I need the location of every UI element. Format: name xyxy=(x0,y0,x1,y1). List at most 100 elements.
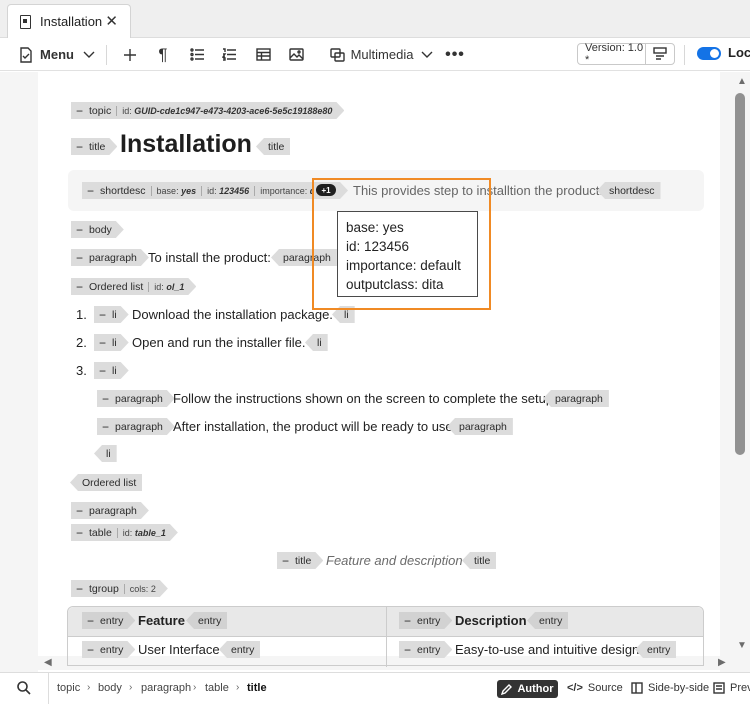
collapse-icon[interactable]: − xyxy=(87,643,94,657)
table-title-text[interactable]: Feature and description xyxy=(326,553,463,568)
collapse-icon[interactable]: − xyxy=(404,614,411,628)
collapse-icon[interactable]: − xyxy=(76,582,83,596)
paragraph-icon[interactable]: ¶ xyxy=(153,38,173,71)
version-box[interactable]: Version: 1.0 * xyxy=(577,42,675,66)
paragraph-text[interactable]: Follow the instructions shown on the scr… xyxy=(173,391,557,406)
tab-bar: Installation ✕ xyxy=(0,0,750,38)
tab-title: Installation xyxy=(40,14,103,29)
tab-installation[interactable]: Installation ✕ xyxy=(7,4,131,38)
lock-toggle[interactable] xyxy=(697,47,721,60)
multimedia-button[interactable]: Multimedia xyxy=(351,38,414,71)
paragraph-text[interactable]: After installation, the product will be … xyxy=(173,419,456,434)
collapse-icon[interactable]: − xyxy=(76,251,83,265)
collapse-icon[interactable]: − xyxy=(87,184,94,198)
scroll-down-arrow[interactable]: ▼ xyxy=(737,640,747,651)
paragraph-close-tag[interactable]: paragraph xyxy=(447,418,513,435)
title-open-tag[interactable]: − title xyxy=(277,552,323,569)
paragraph-tag[interactable]: − paragraph xyxy=(71,502,149,519)
chevron-down-icon[interactable] xyxy=(80,38,98,71)
vertical-scrollbar[interactable] xyxy=(735,93,745,455)
ordered-list-tag[interactable]: − Ordered list id: ol_1 xyxy=(71,278,196,295)
editor-page[interactable] xyxy=(38,72,720,656)
scroll-left-arrow[interactable]: ◀ xyxy=(44,657,52,668)
collapse-icon[interactable]: − xyxy=(102,420,109,434)
preview-icon xyxy=(713,682,725,694)
source-mode-button[interactable]: </> Source xyxy=(567,682,623,694)
table-tag[interactable]: − table id: table_1 xyxy=(71,524,178,541)
author-mode-button[interactable]: Author xyxy=(497,680,558,698)
breadcrumb-item[interactable]: paragraph xyxy=(141,682,191,694)
chevron-right-icon: › xyxy=(87,682,91,693)
ordered-list-close-tag[interactable]: Ordered list xyxy=(70,474,143,491)
paragraph-tag[interactable]: − paragraph xyxy=(71,249,149,266)
topic-tag[interactable]: − topic id: GUID-cde1c947-e473-4203-ace6… xyxy=(71,102,344,119)
collapse-icon[interactable]: − xyxy=(282,554,289,568)
table-icon[interactable] xyxy=(253,38,273,71)
title-open-tag[interactable]: − title xyxy=(71,138,117,155)
multimedia-icon[interactable] xyxy=(327,38,347,71)
chevron-down-icon[interactable] xyxy=(418,38,436,71)
collapse-icon[interactable]: − xyxy=(404,643,411,657)
entry-tag[interactable]: − entry xyxy=(399,612,452,629)
chevron-right-icon: › xyxy=(129,682,133,693)
bullet-list-icon[interactable] xyxy=(187,38,207,71)
entry-close-tag[interactable]: entry xyxy=(186,612,228,629)
menu-button[interactable]: Menu xyxy=(40,38,74,71)
list-number: 3. xyxy=(76,363,87,378)
breadcrumb-item[interactable]: topic xyxy=(57,682,80,694)
table-cell[interactable]: User Interface xyxy=(138,642,220,657)
entry-tag[interactable]: − entry xyxy=(82,641,135,658)
entry-tag[interactable]: − entry xyxy=(399,641,452,658)
list-item-text[interactable]: Download the installation package. xyxy=(132,307,333,322)
list-item-text[interactable]: Open and run the installer file. xyxy=(132,335,305,350)
version-history-icon[interactable] xyxy=(646,47,674,61)
tgroup-tag[interactable]: − tgroup cols: 2 xyxy=(71,580,168,597)
collapse-icon[interactable]: − xyxy=(76,223,83,237)
entry-tag[interactable]: − entry xyxy=(82,612,135,629)
document-title[interactable]: Installation xyxy=(120,130,252,159)
code-icon: </> xyxy=(567,682,583,694)
image-icon[interactable] xyxy=(286,38,306,71)
toolbar-divider xyxy=(106,45,107,65)
shortdesc-tag[interactable]: − shortdesc base: yes id: 123456 importa… xyxy=(82,182,322,199)
collapse-icon[interactable]: − xyxy=(99,308,106,322)
paragraph-text[interactable]: To install the product: xyxy=(148,250,271,265)
side-by-side-button[interactable]: Side-by-side xyxy=(631,682,709,694)
numbered-list-icon[interactable] xyxy=(219,38,239,71)
entry-close-tag[interactable]: entry xyxy=(219,641,261,658)
close-icon[interactable]: ✕ xyxy=(105,12,118,30)
scroll-up-arrow[interactable]: ▲ xyxy=(737,76,747,87)
collapse-icon[interactable]: − xyxy=(76,104,83,118)
entry-close-tag[interactable]: entry xyxy=(527,612,569,629)
table-cell[interactable]: Easy-to-use and intuitive design xyxy=(455,642,639,657)
shortdesc-close-tag[interactable]: shortdesc xyxy=(597,182,661,199)
collapse-icon[interactable]: − xyxy=(76,526,83,540)
collapse-icon[interactable]: − xyxy=(76,280,83,294)
table-header-cell[interactable]: Feature xyxy=(138,613,185,628)
add-icon[interactable] xyxy=(120,38,140,71)
paragraph-close-tag[interactable]: paragraph xyxy=(543,390,609,407)
paragraph-tag[interactable]: − paragraph xyxy=(97,418,175,435)
paragraph-tag[interactable]: − paragraph xyxy=(97,390,175,407)
document-icon xyxy=(20,14,31,29)
table-header-cell[interactable]: Description xyxy=(455,613,527,628)
app-window: Installation ✕ Menu ¶ Multimedia ••• Ver… xyxy=(0,0,750,704)
lock-label: Lock xyxy=(728,45,750,60)
preview-button[interactable]: Preview xyxy=(713,682,750,694)
breadcrumb-item[interactable]: body xyxy=(98,682,122,694)
body-tag[interactable]: − body xyxy=(71,221,124,238)
breadcrumb-current[interactable]: title xyxy=(247,682,267,694)
search-icon[interactable] xyxy=(17,681,31,700)
breadcrumb-item[interactable]: table xyxy=(205,682,229,694)
entry-close-tag[interactable]: entry xyxy=(635,641,677,658)
more-icon[interactable]: ••• xyxy=(444,38,466,71)
collapse-icon[interactable]: − xyxy=(99,364,106,378)
split-view-icon xyxy=(631,682,643,694)
collapse-icon[interactable]: − xyxy=(87,614,94,628)
collapse-icon[interactable]: − xyxy=(76,140,83,154)
collapse-icon[interactable]: − xyxy=(76,504,83,518)
collapse-icon[interactable]: − xyxy=(102,392,109,406)
collapse-icon[interactable]: − xyxy=(99,336,106,350)
checklist-doc-icon[interactable] xyxy=(16,38,36,71)
scroll-right-arrow[interactable]: ▶ xyxy=(718,657,726,668)
